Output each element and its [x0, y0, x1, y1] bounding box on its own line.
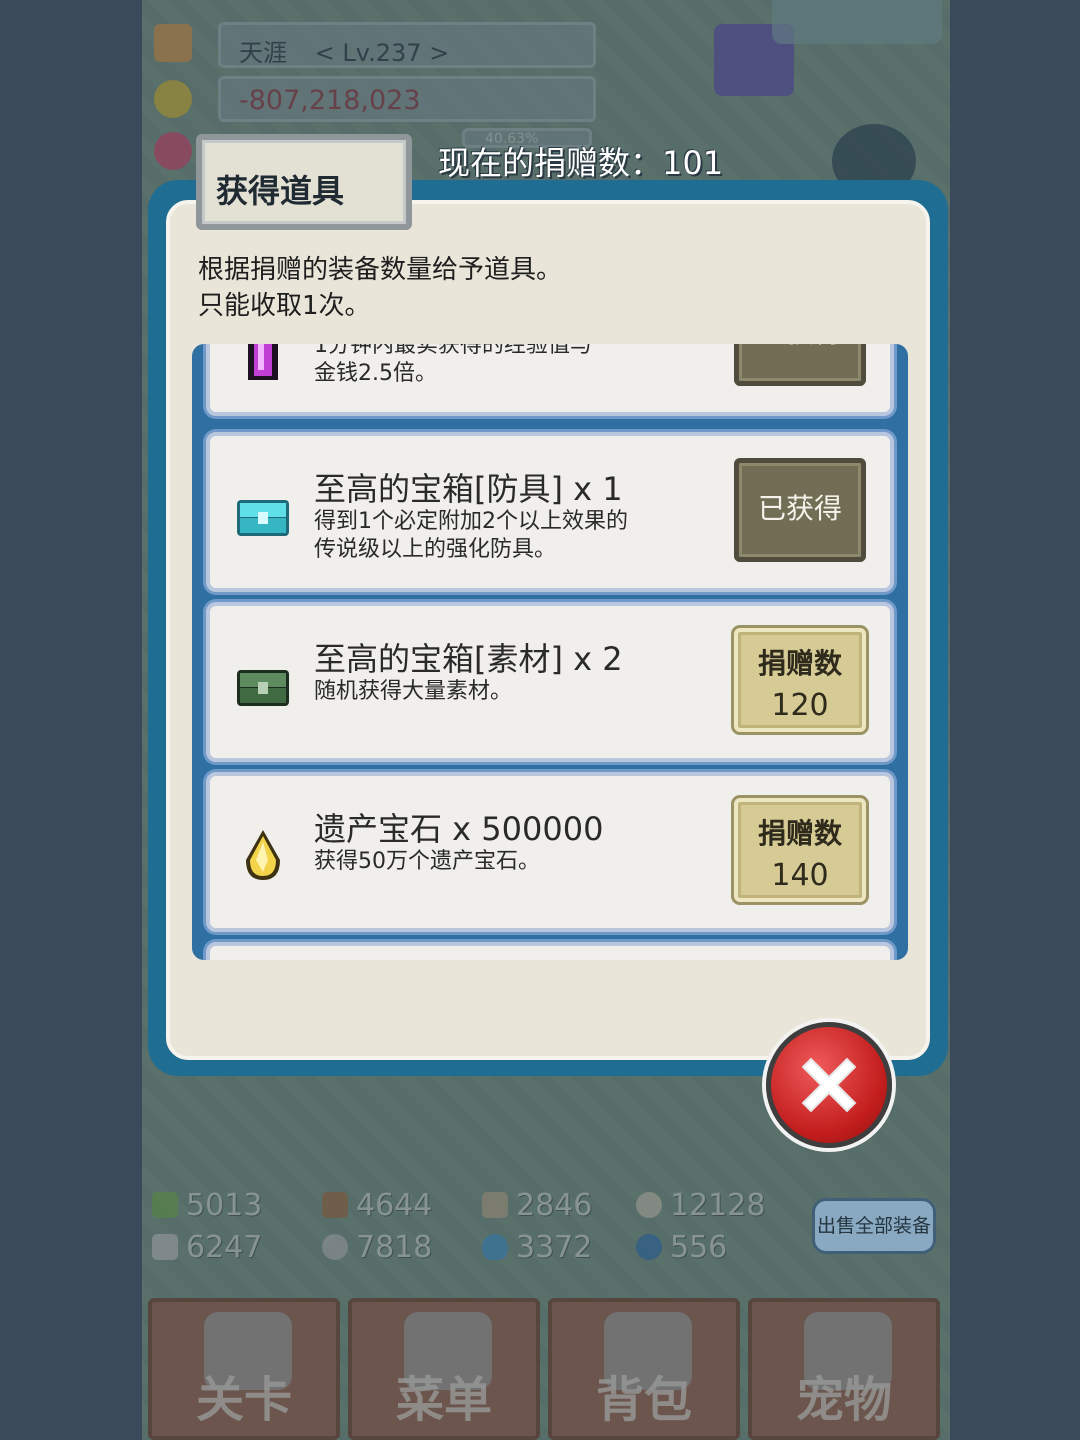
dialog-description: 根据捐赠的装备数量给予道具。 只能收取1次。 [198, 252, 562, 324]
current-donation-count: 现在的捐赠数：101 [438, 144, 724, 182]
reward-desc-line: 1分钟内最实获得的经验值与 [314, 344, 592, 358]
reward-desc-line: 获得50万个遗产宝石。 [314, 849, 540, 874]
reward-title: 遗产宝石 x 500000 [314, 810, 604, 848]
sell-all-equipment-button[interactable]: 出售全部装备 [812, 1198, 936, 1254]
reward-row: 1分钟内最实获得的经验值与 金钱2.5倍。 已获得 [206, 344, 894, 416]
close-icon [801, 1057, 857, 1113]
cyan-chest-icon [237, 500, 289, 536]
green-chest-icon [237, 670, 289, 706]
reward-desc-line: 金钱2.5倍。 [314, 361, 437, 386]
yellow-gem-icon [246, 830, 280, 880]
obtained-button[interactable]: 已获得 [734, 458, 866, 562]
description-line: 根据捐赠的装备数量给予道具。 [198, 255, 563, 285]
reward-desc-line: 随机获得大量素材。 [314, 679, 513, 704]
requirement-value: 140 [771, 858, 829, 893]
reward-description: 随机获得大量素材。 [314, 678, 512, 706]
reward-row: 至高的宝箱[素材] x 2 随机获得大量素材。 捐赠数 120 [206, 602, 894, 762]
reward-description: 获得50万个遗产宝石。 [314, 848, 540, 876]
screen: 天涯 < Lv.237 > -807,218,023 40.63% 5013 4… [0, 0, 1080, 1440]
requirement-value: 120 [771, 688, 829, 723]
reward-row: 至高的宝箱[防具] x 1 得到1个必定附加2个以上效果的 传说级以上的强化防具… [206, 432, 894, 592]
requirement-label: 捐赠数 [757, 647, 842, 680]
donation-requirement-button[interactable]: 捐赠数 120 [734, 628, 866, 732]
dialog-tab-title: 获得道具 [216, 172, 345, 210]
dialog-tab: 获得道具 [196, 134, 412, 230]
reward-row: 遗产宝石 x 500000 获得50万个遗产宝石。 捐赠数 140 [206, 772, 894, 932]
reward-description: 得到1个必定附加2个以上效果的 传说级以上的强化防具。 [314, 508, 628, 564]
reward-desc-line: 得到1个必定附加2个以上效果的 [314, 509, 628, 534]
reward-list[interactable]: 1分钟内最实获得的经验值与 金钱2.5倍。 已获得 至高的宝箱[防具] x 1 … [192, 344, 908, 960]
reward-desc-line: 传说级以上的强化防具。 [314, 537, 557, 562]
reward-title: 至高的宝箱[素材] x 2 [314, 640, 623, 678]
donation-requirement-button[interactable]: 捐赠数 140 [734, 798, 866, 902]
reward-description: 1分钟内最实获得的经验值与 金钱2.5倍。 [314, 344, 592, 388]
purple-potion-icon [248, 344, 278, 380]
requirement-label: 捐赠数 [757, 817, 842, 850]
reward-title: 至高的宝箱[防具] x 1 [314, 470, 623, 508]
reward-row [206, 942, 894, 960]
description-line: 只能收取1次。 [198, 291, 371, 321]
obtained-button[interactable]: 已获得 [734, 344, 866, 386]
close-button[interactable] [766, 1022, 892, 1148]
